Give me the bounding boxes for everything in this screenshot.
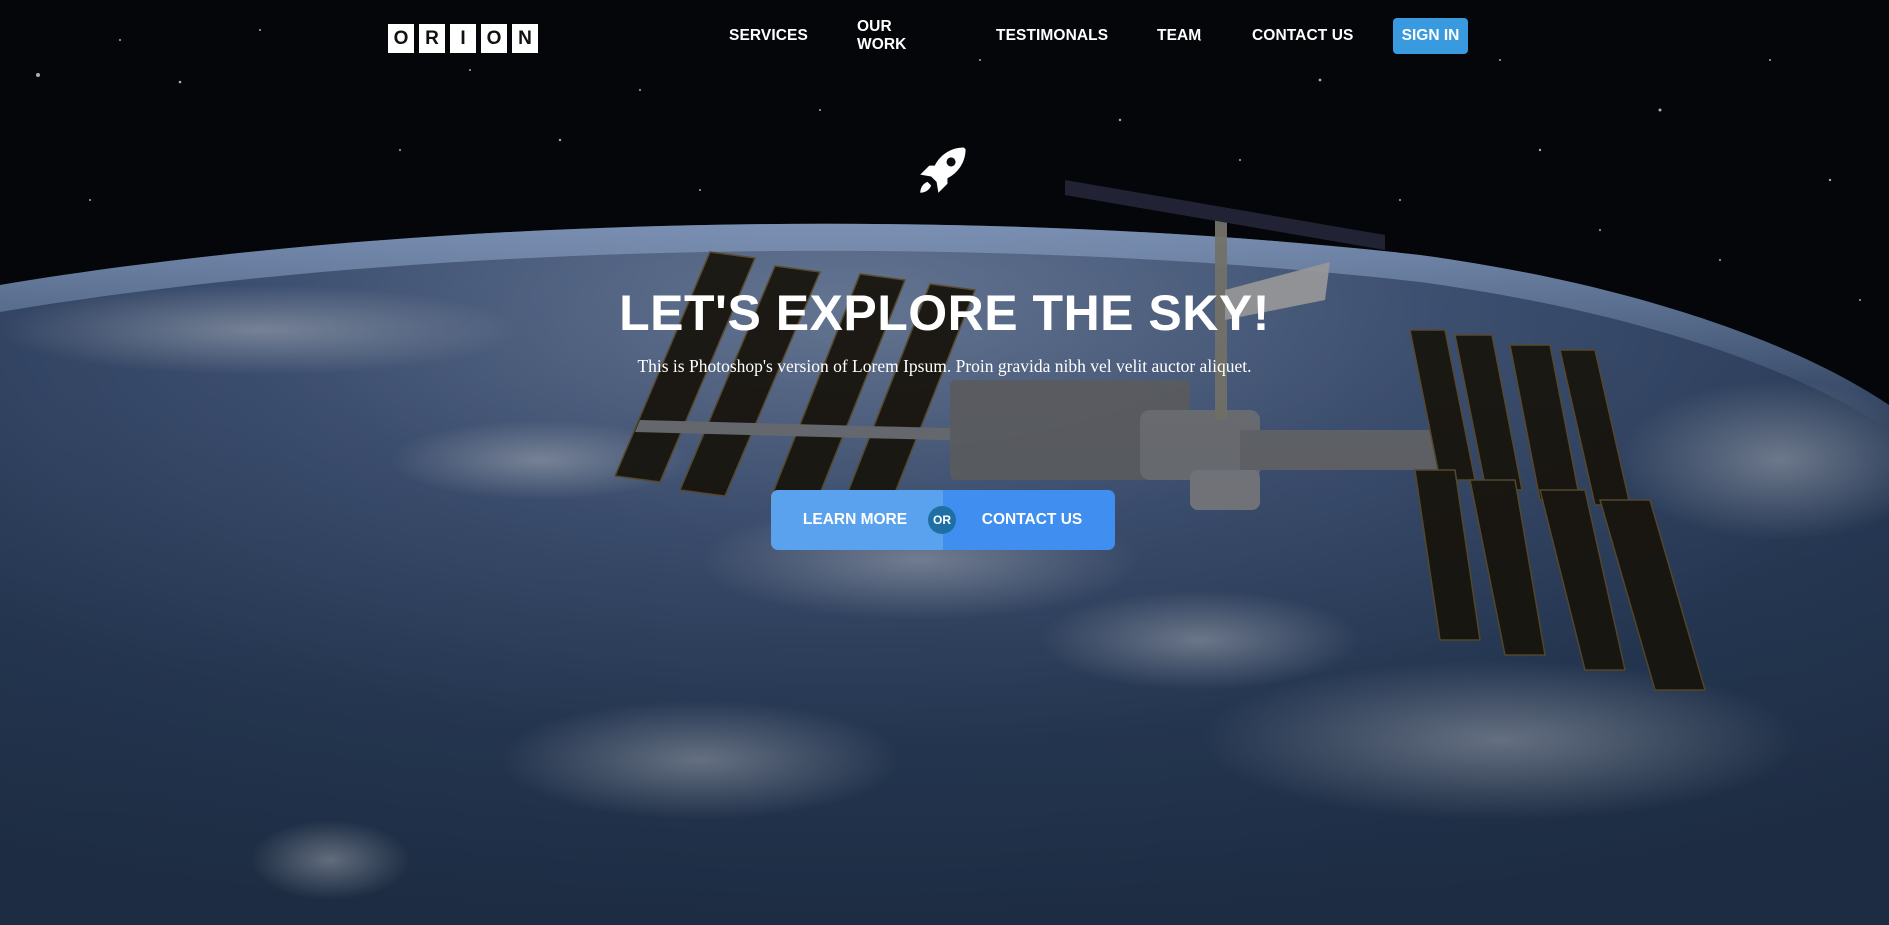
nav-link-contact-us[interactable]: CONTACT US (1252, 27, 1353, 45)
nav-link-testimonials[interactable]: TESTIMONALS (996, 27, 1108, 45)
sign-in-button[interactable]: SIGN IN (1393, 18, 1468, 54)
rocket-icon (920, 147, 966, 193)
learn-more-button[interactable]: LEARN MORE (771, 490, 943, 550)
hero-subtitle: This is Photoshop's version of Lorem Ips… (637, 356, 1252, 376)
logo-letter: I (450, 24, 476, 53)
or-separator-badge: OR (928, 506, 956, 534)
logo-letter: O (481, 24, 507, 53)
logo-letter: R (419, 24, 445, 53)
nav-link-team[interactable]: TEAM (1157, 27, 1201, 45)
logo-letter: N (512, 24, 538, 53)
hero-title: LET'S EXPLORE THE SKY! (619, 285, 1270, 341)
orion-logo[interactable]: O R I O N (388, 24, 538, 53)
cta-button-group: LEARN MORE CONTACT US OR (771, 490, 1115, 550)
contact-us-button[interactable]: CONTACT US (943, 490, 1115, 550)
hero-background-image (0, 0, 1889, 925)
logo-letter: O (388, 24, 414, 53)
hero-section: O R I O N SERVICES OUR WORK TESTIMONALS … (0, 0, 1889, 925)
nav-link-services[interactable]: SERVICES (729, 27, 808, 45)
nav-link-our-work[interactable]: OUR WORK (857, 18, 906, 54)
